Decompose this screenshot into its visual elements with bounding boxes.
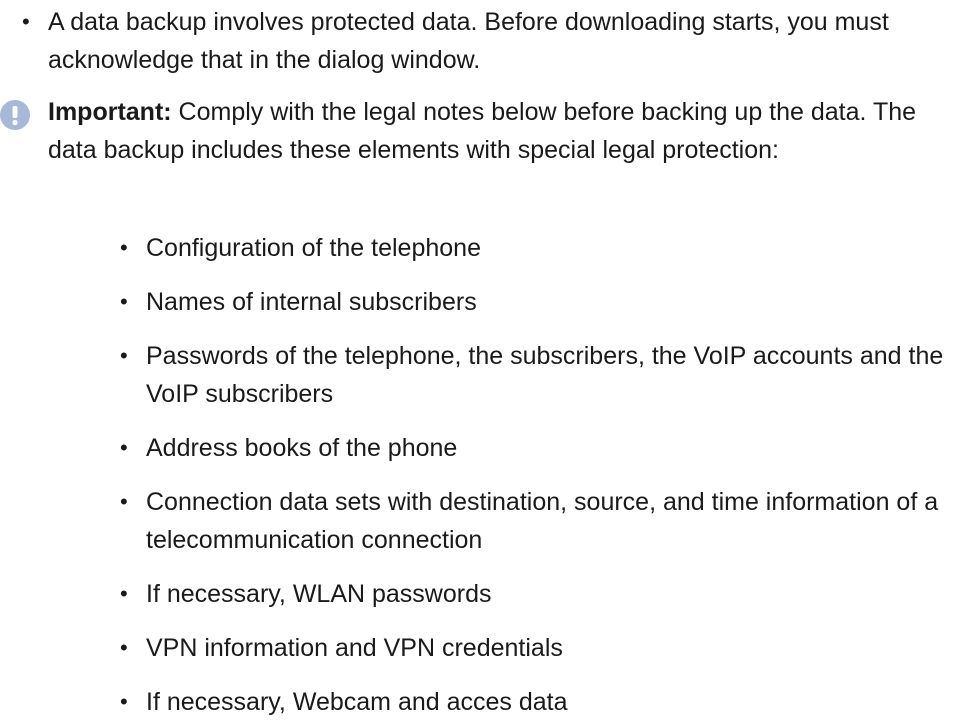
bullet: • [120, 689, 128, 714]
important-note: Important: Comply with the legal notes b… [0, 93, 979, 169]
list-item-text: A data backup involves protected data. B… [48, 8, 889, 74]
list-item: • Names of internal subscribers [120, 283, 960, 321]
bullet: • [120, 289, 128, 314]
important-label: Important: [48, 98, 172, 126]
list-item-text: VPN information and VPN credentials [146, 634, 563, 662]
bullet: • [120, 435, 128, 460]
important-body: Comply with the legal notes below before… [48, 98, 917, 164]
list-item: • If necessary, Webcam and acces data [120, 683, 960, 721]
important-text: Important: Comply with the legal notes b… [48, 93, 953, 169]
list-item: • Connection data sets with destination,… [120, 483, 960, 559]
bullet: • [120, 635, 128, 660]
list-item-text: Configuration of the telephone [146, 234, 481, 262]
list-item: • If necessary, WLAN passwords [120, 575, 960, 613]
exclamation-icon [0, 100, 30, 130]
list-item-text: If necessary, WLAN passwords [146, 580, 492, 608]
list-item: • A data backup involves protected data.… [22, 3, 977, 79]
bullet: • [120, 489, 128, 514]
list-item: • Passwords of the telephone, the subscr… [120, 337, 960, 413]
bullet: • [120, 343, 128, 368]
list-item: • Address books of the phone [120, 429, 960, 467]
list-item-text: Names of internal subscribers [146, 288, 477, 316]
list-item-text: Passwords of the telephone, the subscrib… [146, 342, 944, 408]
list-item-text: If necessary, Webcam and acces data [146, 688, 568, 716]
list-item: • Configuration of the telephone [120, 229, 960, 267]
bullet: • [22, 9, 30, 34]
document-page: • A data backup involves protected data.… [0, 0, 979, 716]
bullet: • [120, 581, 128, 606]
list-item-text: Address books of the phone [146, 434, 458, 462]
protected-elements-list: • Configuration of the telephone • Names… [120, 229, 960, 721]
list-item-text: Connection data sets with destination, s… [146, 488, 939, 554]
list-item: • VPN information and VPN credentials [120, 629, 960, 667]
bullet: • [120, 235, 128, 260]
